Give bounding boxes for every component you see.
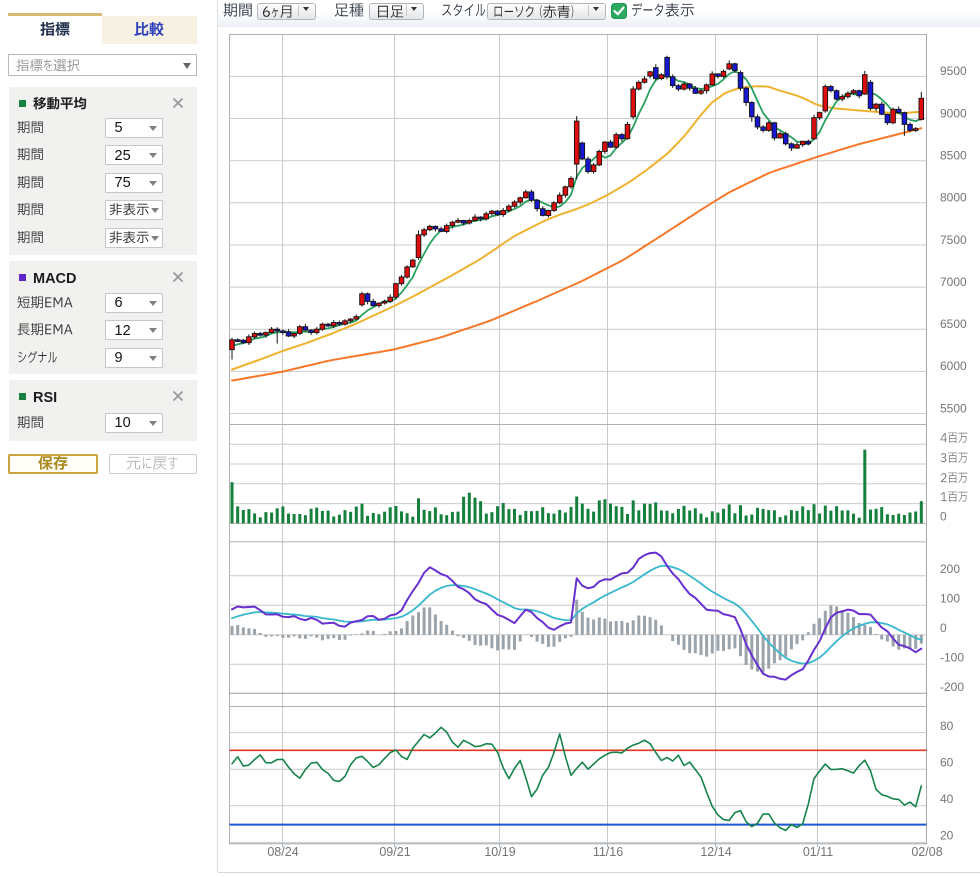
svg-text:8000: 8000: [940, 191, 967, 205]
svg-text:01/11: 01/11: [803, 845, 833, 859]
svg-text:60: 60: [940, 756, 954, 770]
svg-text:6500: 6500: [940, 317, 967, 331]
svg-text:10/19: 10/19: [484, 845, 515, 859]
svg-text:-100: -100: [940, 651, 964, 665]
svg-text:80: 80: [940, 719, 954, 733]
svg-text:20: 20: [940, 829, 954, 843]
svg-text:09/21: 09/21: [379, 845, 410, 859]
svg-text:02/08: 02/08: [911, 845, 942, 859]
svg-text:5500: 5500: [940, 401, 967, 415]
svg-text:7000: 7000: [940, 275, 967, 289]
svg-text:6000: 6000: [940, 359, 967, 373]
svg-text:200: 200: [940, 562, 960, 576]
svg-text:0: 0: [940, 510, 947, 524]
svg-text:8500: 8500: [940, 149, 967, 163]
svg-text:12/14: 12/14: [700, 845, 731, 859]
svg-text:7500: 7500: [940, 233, 967, 247]
svg-text:100: 100: [940, 592, 960, 606]
svg-text:08/24: 08/24: [267, 845, 298, 859]
svg-text:0: 0: [940, 621, 947, 635]
svg-text:9500: 9500: [940, 64, 967, 78]
svg-text:9000: 9000: [940, 106, 967, 120]
svg-text:11/16: 11/16: [593, 845, 623, 859]
svg-text:40: 40: [940, 792, 954, 806]
svg-text:-200: -200: [940, 680, 964, 694]
